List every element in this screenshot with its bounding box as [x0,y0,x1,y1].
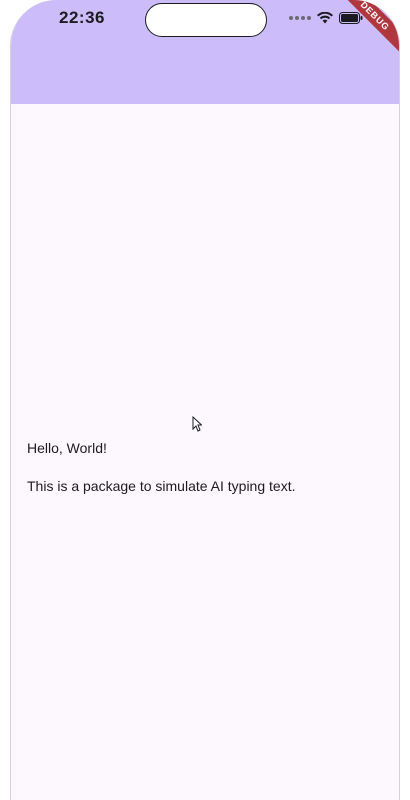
typing-text-content: Hello, World! This is a package to simul… [27,440,387,494]
status-bar: 22:36 DEBUG [11,0,399,58]
app-screen: 22:36 DEBUG Hello, World! This is a pack… [10,0,400,800]
greeting-text: Hello, World! [27,440,107,456]
battery-icon [339,12,363,24]
mouse-pointer-icon [192,415,203,437]
phone-frame: 22:36 DEBUG Hello, World! This is a pack… [0,0,410,800]
status-icons [289,12,363,24]
status-time: 22:36 [59,8,105,27]
dynamic-island [145,3,267,37]
signal-dots-icon [289,16,311,20]
description-text: This is a package to simulate AI typing … [27,478,296,494]
wifi-icon [317,12,333,24]
